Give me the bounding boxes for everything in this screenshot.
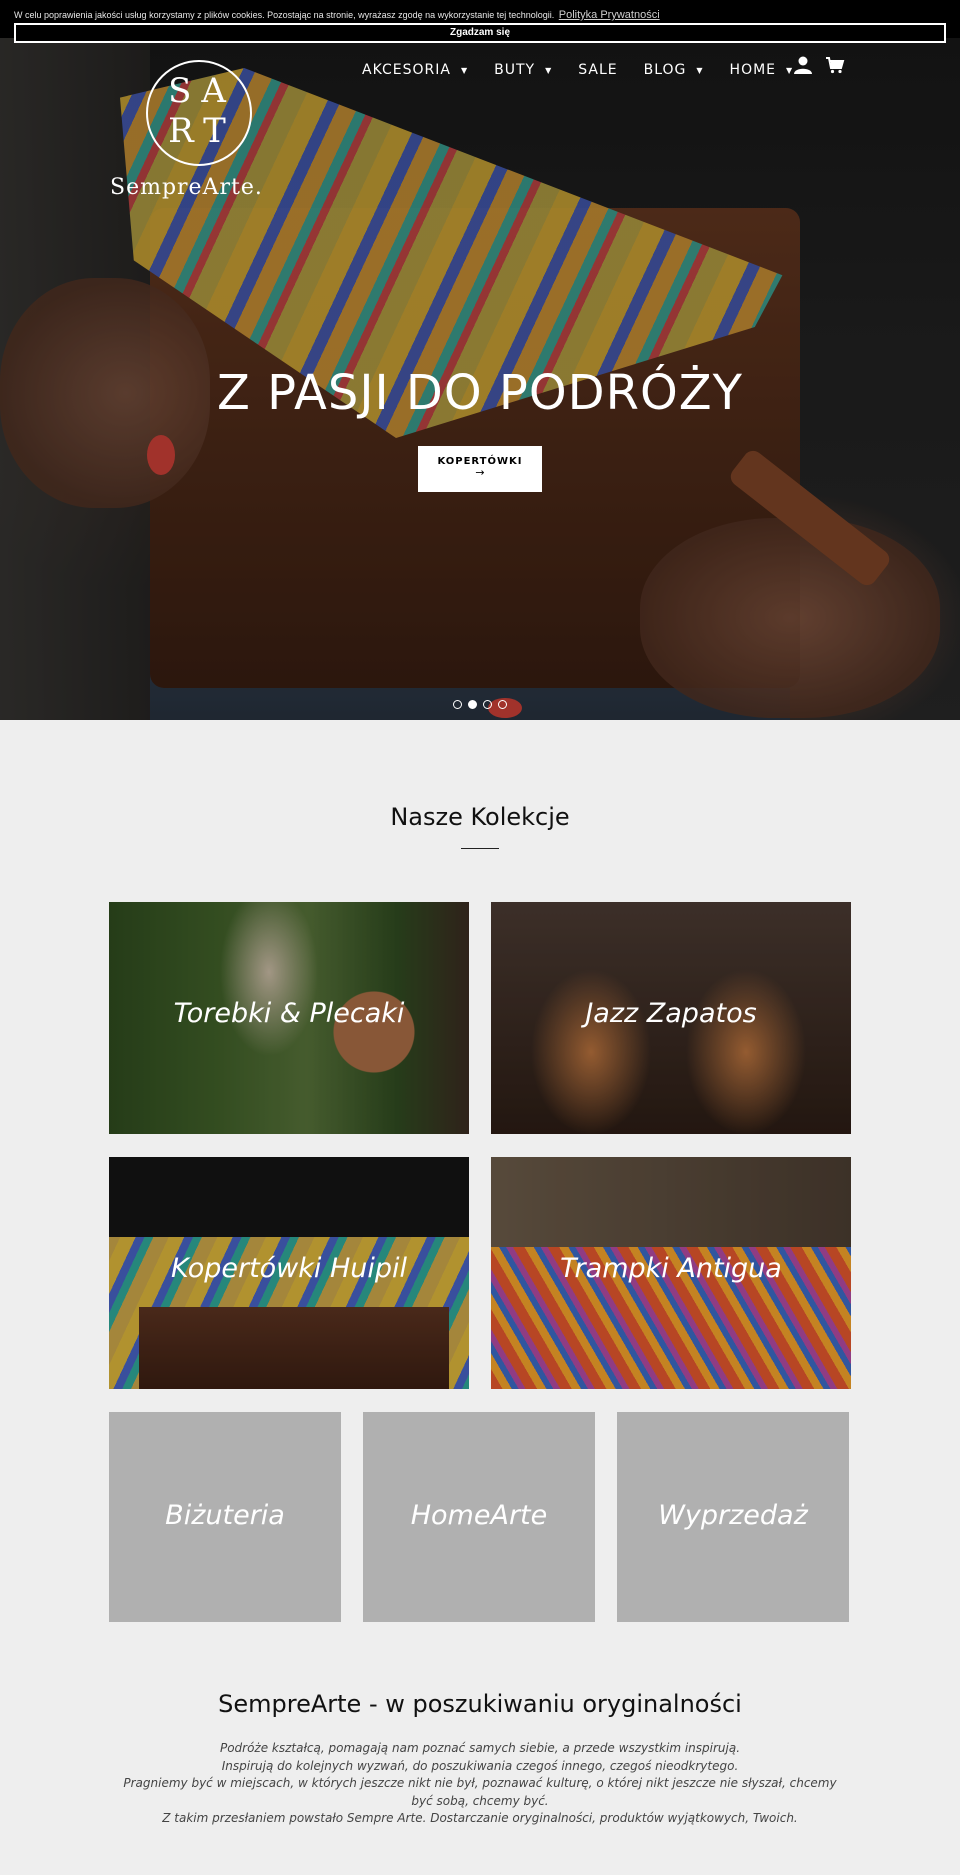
collection-label: Jazz Zapatos <box>585 998 757 1029</box>
about-text: Podróże kształcą, pomagają nam poznać sa… <box>120 1740 840 1828</box>
nav-item-home[interactable]: HOME ▼ <box>730 62 794 78</box>
collection-tile-jazz-zapatos[interactable]: Jazz Zapatos <box>491 902 851 1134</box>
cookie-accept-button[interactable]: Zgadzam się <box>14 23 946 43</box>
slider-dot[interactable] <box>453 700 462 709</box>
privacy-policy-link[interactable]: Polityka Prywatności <box>559 9 660 21</box>
logo-monogram-bottom: RT <box>168 111 236 151</box>
collection-label: Trampki Antigua <box>560 1253 782 1284</box>
slider-dot-active[interactable] <box>468 700 477 709</box>
nav-item-label: BLOG <box>643 62 687 78</box>
cookie-text: W celu poprawienia jakości usług korzyst… <box>14 9 660 21</box>
logo-monogram-top: SA <box>168 71 236 111</box>
main-nav: AKCESORIA ▼ BUTY ▼ SALE BLOG ▼ HOME ▼ <box>362 58 819 82</box>
about-line: Z takim przesłaniem powstało Sempre Arte… <box>162 1811 798 1825</box>
collection-label: Wyprzedaż <box>658 1500 808 1531</box>
nav-item-label: SALE <box>578 62 618 78</box>
nav-item-buty[interactable]: BUTY ▼ <box>494 62 552 78</box>
site-logo[interactable]: SA RT SempreArte. <box>105 55 305 205</box>
cart-icon[interactable] <box>825 55 847 77</box>
user-icon[interactable] <box>793 55 815 77</box>
hero-cta-label: KOPERTÓWKI <box>437 456 523 467</box>
section-divider <box>461 848 499 849</box>
collection-tile-homearte[interactable]: HomeArte <box>363 1412 595 1622</box>
collection-label: Biżuteria <box>165 1500 285 1531</box>
nav-item-sale[interactable]: SALE <box>578 62 617 78</box>
about-line: Podróże kształcą, pomagają nam poznać sa… <box>219 1741 741 1755</box>
caret-down-icon: ▼ <box>545 65 553 75</box>
about-title: SempreArte - w poszukiwaniu oryginalnośc… <box>218 1690 742 1718</box>
collections-title: Nasze Kolekcje <box>390 803 570 831</box>
slider-dot[interactable] <box>483 700 492 709</box>
collection-tile-kopertowki[interactable]: Kopertówki Huipil <box>109 1157 469 1389</box>
hero-title: Z PASJI DO PODRÓŻY <box>217 365 743 421</box>
collection-tile-torebki[interactable]: Torebki & Plecaki <box>109 902 469 1134</box>
slider-dot[interactable] <box>498 700 507 709</box>
nav-item-blog[interactable]: BLOG ▼ <box>644 62 704 78</box>
about-line: Pragniemy być w miejscach, w których jes… <box>123 1776 837 1808</box>
logo-wordmark: SempreArte. <box>110 175 263 200</box>
caret-down-icon: ▼ <box>696 65 704 75</box>
slider-dots <box>453 700 513 709</box>
cookie-message: W celu poprawienia jakości usług korzyst… <box>14 10 555 20</box>
collection-label: Torebki & Plecaki <box>173 998 405 1029</box>
caret-down-icon: ▼ <box>460 65 469 75</box>
nav-item-label: HOME <box>729 62 777 78</box>
nav-item-akcesoria[interactable]: AKCESORIA ▼ <box>362 62 468 78</box>
hero-cta-button[interactable]: KOPERTÓWKI → <box>418 446 542 492</box>
collection-label: Kopertówki Huipil <box>170 1253 408 1284</box>
cookie-banner: W celu poprawienia jakości usług korzyst… <box>0 0 960 43</box>
collection-tile-trampki[interactable]: Trampki Antigua <box>491 1157 851 1389</box>
about-line: Inspirują do kolejnych wyzwań, do poszuk… <box>221 1758 739 1773</box>
nav-item-label: AKCESORIA <box>362 62 451 78</box>
arrow-right-icon: → <box>475 466 485 479</box>
collection-label: HomeArte <box>410 1500 548 1531</box>
nav-item-label: BUTY <box>494 62 536 78</box>
collection-tile-bizuteria[interactable]: Biżuteria <box>109 1412 341 1622</box>
collection-tile-wyprzedaz[interactable]: Wyprzedaż <box>617 1412 849 1622</box>
